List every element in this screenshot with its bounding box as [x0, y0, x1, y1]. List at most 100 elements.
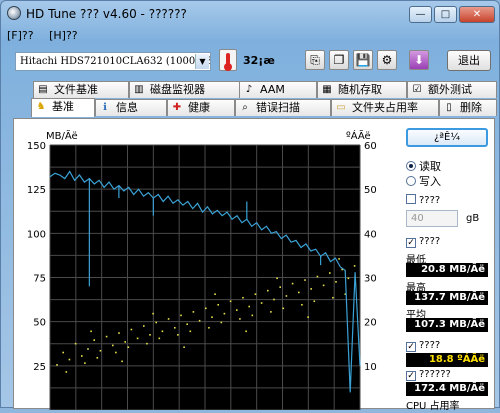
access-time-point [282, 307, 285, 310]
access-time-point [279, 286, 281, 288]
close-button[interactable]: ✕ [459, 6, 495, 23]
access-time-point [127, 346, 130, 348]
access-time-point [124, 341, 126, 343]
access-time-point [118, 332, 120, 334]
error-scan-icon: ⌕ [242, 102, 248, 113]
menu-help[interactable]: [H]?? [49, 29, 78, 42]
access-time-point [353, 265, 356, 267]
access-time-point [245, 330, 247, 333]
drive-select[interactable]: Hitachi HDS721010CLA632 (1000 gB) ▼ [15, 52, 211, 71]
radio-selected-icon [406, 161, 416, 171]
access-time-point [84, 362, 86, 364]
tab-label: 信息 [116, 101, 138, 114]
health-icon: ✚ [172, 102, 182, 113]
chevron-down-icon[interactable]: ▼ [195, 54, 209, 69]
extra-tests-icon: ☑ [412, 84, 422, 95]
y-tick-label: 50 [33, 318, 46, 329]
checkmark-icon: ✓ [406, 371, 416, 381]
options-icon[interactable]: ⚙ [377, 50, 397, 70]
min-value: 20.8 MB/Ãë [406, 263, 488, 277]
y-tick-label: 75 [33, 274, 46, 285]
tab-label: 磁盘监视器 [150, 83, 205, 96]
access-time-point [332, 296, 334, 299]
checkmark-icon: ✓ [406, 342, 416, 352]
y2-tick-label: 50 [364, 185, 377, 196]
tab-health[interactable]: ✚ 健康 [167, 99, 235, 116]
aam-icon: ♪ [245, 84, 253, 95]
access-time-point [304, 279, 306, 281]
copy-screenshot-icon[interactable]: ❐ [329, 50, 349, 70]
tab-label: 文件夹占用率 [352, 101, 418, 114]
left-axis-label: MB/Ãë [46, 129, 78, 142]
access-time-point [90, 330, 92, 333]
access-time-point [347, 277, 350, 280]
access-time-point [177, 334, 179, 336]
access-time-point [93, 339, 95, 341]
tab-error-scan[interactable]: ⌕ 错误扫描 [235, 99, 331, 116]
drive-select-value: Hitachi HDS721010CLA632 (1000 gB) [20, 56, 211, 67]
access-time-point [189, 330, 192, 333]
toolbar: Hitachi HDS721010CLA632 (1000 gB) ▼ 32¡æ… [7, 47, 495, 75]
download-icon[interactable]: ⬇ [409, 50, 429, 70]
access-time-point [335, 281, 337, 283]
access-time-point [143, 325, 145, 327]
folder-usage-icon: ▭ [336, 102, 346, 113]
y-tick-label: 25 [33, 362, 46, 373]
maximize-button[interactable]: □ [434, 6, 457, 23]
access-time-point [56, 364, 58, 366]
tab-strip: ▤ 文件基准 ▥ 磁盘监视器 ♪ AAM ▦ 随机存取 ☑ 额外测试 ♞ 基准 ℹ 信息 ✚ 健… [13, 81, 497, 119]
random-access-icon: ▦ [322, 84, 332, 95]
access-time-point [105, 335, 108, 338]
y2-tick-label: 30 [364, 274, 377, 285]
check-option-1-label: ???? [419, 195, 441, 206]
tab-file-benchmark[interactable]: ▤ 文件基准 [33, 81, 129, 98]
exit-button[interactable]: 退出 [447, 50, 491, 71]
temperature-readout: 32¡æ [243, 54, 275, 67]
max-value: 137.7 MB/Ãë [406, 291, 488, 305]
access-time-point [115, 351, 117, 354]
tab-aam[interactable]: ♪ AAM [239, 81, 317, 98]
burst-rate-value: 172.4 MB/Ãë [406, 382, 488, 396]
burst-rate-check[interactable]: ✓?????? [406, 369, 451, 381]
tab-label: 删除 [460, 101, 482, 114]
tab-label: 错误扫描 [256, 101, 300, 114]
check-option-1[interactable]: ???? [406, 194, 440, 206]
tab-info[interactable]: ℹ 信息 [95, 99, 167, 116]
cpu-usage-label: CPU 占用率 [406, 401, 460, 412]
access-time-point [62, 351, 64, 354]
avg-value: 107.3 MB/Ãë [406, 318, 488, 332]
tab-folder-usage[interactable]: ▭ 文件夹占用率 [331, 99, 439, 116]
access-time-point [186, 323, 188, 326]
access-time-point [220, 321, 223, 324]
tab-benchmark[interactable]: ♞ 基准 [31, 98, 95, 117]
access-time-point [270, 311, 272, 313]
benchmark-panel: MB/Ãë ºÁÃë 150 125 100 75 50 25 60 50 40 30 20 10 ¿ªÊ… [13, 118, 495, 412]
access-time-check[interactable]: ✓???? [406, 340, 440, 352]
tab-label: AAM [260, 83, 285, 96]
access-time-point [161, 330, 164, 333]
menu-file[interactable]: [F]?? [7, 29, 34, 42]
block-size-unit: gB [466, 213, 480, 224]
y-tick-label: 150 [27, 141, 46, 152]
checkbox-icon [406, 194, 416, 204]
read-radio[interactable]: 读取 [406, 158, 441, 174]
access-time-point [192, 311, 195, 313]
access-time-point [329, 272, 331, 274]
tab-erase[interactable]: ▯ 删除 [439, 99, 497, 116]
access-time-point [167, 318, 170, 320]
write-radio[interactable]: 写入 [406, 173, 441, 189]
block-size-spinner[interactable]: 40 [406, 210, 458, 227]
tab-random-access[interactable]: ▦ 随机存取 [317, 81, 407, 98]
save-icon[interactable]: 💾 [353, 50, 373, 70]
copy-info-icon[interactable]: ⎘ [305, 50, 325, 70]
minimize-button[interactable]: — [409, 6, 432, 23]
start-button[interactable]: ¿ªÊ¼ [406, 128, 488, 147]
y2-tick-label: 10 [364, 362, 377, 373]
title-bar: HD Tune ??? v4.60 - ?????? — □ ✕ [1, 1, 499, 27]
tab-extra-tests[interactable]: ☑ 额外测试 [407, 81, 497, 98]
access-time-point [136, 337, 139, 340]
menu-bar: [F]?? [H]?? [7, 29, 90, 45]
access-time-point [276, 277, 278, 280]
check-option-2[interactable]: ✓???? [406, 236, 440, 248]
access-time-point [130, 328, 133, 331]
